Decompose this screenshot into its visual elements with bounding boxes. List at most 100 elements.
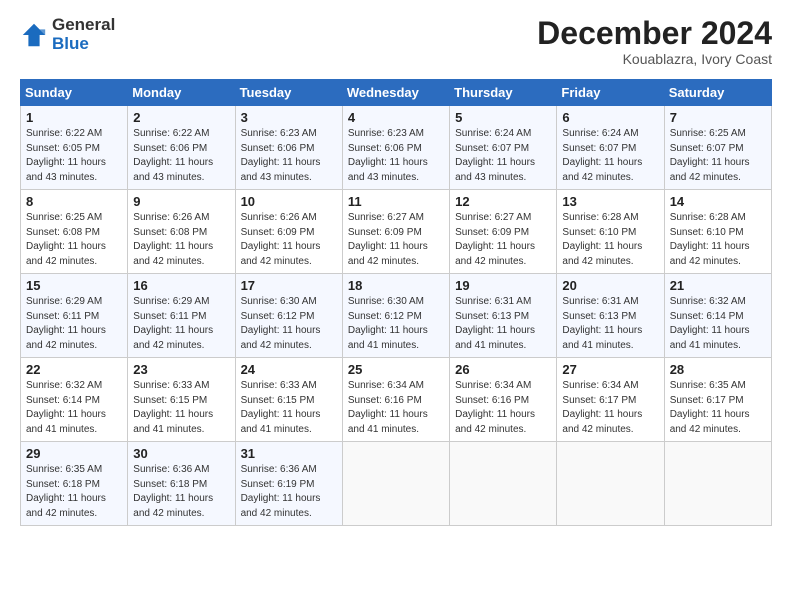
calendar-cell: 26 Sunrise: 6:34 AM Sunset: 6:16 PM Dayl… xyxy=(450,358,557,442)
calendar-cell: 30 Sunrise: 6:36 AM Sunset: 6:18 PM Dayl… xyxy=(128,442,235,526)
calendar-cell: 9 Sunrise: 6:26 AM Sunset: 6:08 PM Dayli… xyxy=(128,190,235,274)
cell-info: Sunrise: 6:33 AM Sunset: 6:15 PM Dayligh… xyxy=(133,379,229,437)
cell-info: Sunrise: 6:31 AM Sunset: 6:13 PM Dayligh… xyxy=(562,295,658,353)
calendar-cell: 20 Sunrise: 6:31 AM Sunset: 6:13 PM Dayl… xyxy=(557,274,664,358)
calendar-cell: 5 Sunrise: 6:24 AM Sunset: 6:07 PM Dayli… xyxy=(450,106,557,190)
day-number: 2 xyxy=(133,110,229,125)
logo-general: General xyxy=(52,16,115,35)
day-number: 31 xyxy=(241,446,337,461)
day-number: 29 xyxy=(26,446,122,461)
cell-info: Sunrise: 6:36 AM Sunset: 6:19 PM Dayligh… xyxy=(241,463,337,521)
day-number: 15 xyxy=(26,278,122,293)
day-number: 10 xyxy=(241,194,337,209)
day-number: 22 xyxy=(26,362,122,377)
calendar-cell: 19 Sunrise: 6:31 AM Sunset: 6:13 PM Dayl… xyxy=(450,274,557,358)
calendar-cell: 13 Sunrise: 6:28 AM Sunset: 6:10 PM Dayl… xyxy=(557,190,664,274)
calendar-cell: 22 Sunrise: 6:32 AM Sunset: 6:14 PM Dayl… xyxy=(21,358,128,442)
logo-blue: Blue xyxy=(52,35,115,54)
day-number: 18 xyxy=(348,278,444,293)
day-number: 28 xyxy=(670,362,766,377)
calendar-cell xyxy=(450,442,557,526)
calendar-cell xyxy=(557,442,664,526)
day-number: 7 xyxy=(670,110,766,125)
cell-info: Sunrise: 6:24 AM Sunset: 6:07 PM Dayligh… xyxy=(562,127,658,185)
day-number: 30 xyxy=(133,446,229,461)
day-number: 9 xyxy=(133,194,229,209)
col-wednesday: Wednesday xyxy=(342,80,449,106)
cell-info: Sunrise: 6:34 AM Sunset: 6:16 PM Dayligh… xyxy=(455,379,551,437)
calendar-cell: 29 Sunrise: 6:35 AM Sunset: 6:18 PM Dayl… xyxy=(21,442,128,526)
cell-info: Sunrise: 6:35 AM Sunset: 6:17 PM Dayligh… xyxy=(670,379,766,437)
calendar-cell: 7 Sunrise: 6:25 AM Sunset: 6:07 PM Dayli… xyxy=(664,106,771,190)
cell-info: Sunrise: 6:32 AM Sunset: 6:14 PM Dayligh… xyxy=(670,295,766,353)
day-number: 8 xyxy=(26,194,122,209)
calendar-cell xyxy=(342,442,449,526)
cell-info: Sunrise: 6:22 AM Sunset: 6:06 PM Dayligh… xyxy=(133,127,229,185)
cell-info: Sunrise: 6:32 AM Sunset: 6:14 PM Dayligh… xyxy=(26,379,122,437)
calendar-week-2: 8 Sunrise: 6:25 AM Sunset: 6:08 PM Dayli… xyxy=(21,190,772,274)
calendar-cell: 4 Sunrise: 6:23 AM Sunset: 6:06 PM Dayli… xyxy=(342,106,449,190)
cell-info: Sunrise: 6:26 AM Sunset: 6:09 PM Dayligh… xyxy=(241,211,337,269)
day-number: 16 xyxy=(133,278,229,293)
day-number: 3 xyxy=(241,110,337,125)
cell-info: Sunrise: 6:30 AM Sunset: 6:12 PM Dayligh… xyxy=(241,295,337,353)
day-number: 20 xyxy=(562,278,658,293)
calendar-cell: 3 Sunrise: 6:23 AM Sunset: 6:06 PM Dayli… xyxy=(235,106,342,190)
day-number: 27 xyxy=(562,362,658,377)
calendar-cell: 17 Sunrise: 6:30 AM Sunset: 6:12 PM Dayl… xyxy=(235,274,342,358)
cell-info: Sunrise: 6:23 AM Sunset: 6:06 PM Dayligh… xyxy=(348,127,444,185)
page: General Blue December 2024 Kouablazra, I… xyxy=(0,0,792,612)
day-number: 4 xyxy=(348,110,444,125)
calendar-cell: 12 Sunrise: 6:27 AM Sunset: 6:09 PM Dayl… xyxy=(450,190,557,274)
cell-info: Sunrise: 6:25 AM Sunset: 6:07 PM Dayligh… xyxy=(670,127,766,185)
cell-info: Sunrise: 6:29 AM Sunset: 6:11 PM Dayligh… xyxy=(133,295,229,353)
title-block: December 2024 Kouablazra, Ivory Coast xyxy=(537,16,772,67)
day-number: 11 xyxy=(348,194,444,209)
logo-text: General Blue xyxy=(52,16,115,53)
day-number: 17 xyxy=(241,278,337,293)
day-number: 1 xyxy=(26,110,122,125)
calendar-cell: 18 Sunrise: 6:30 AM Sunset: 6:12 PM Dayl… xyxy=(342,274,449,358)
cell-info: Sunrise: 6:31 AM Sunset: 6:13 PM Dayligh… xyxy=(455,295,551,353)
day-number: 24 xyxy=(241,362,337,377)
month-year-title: December 2024 xyxy=(537,16,772,51)
calendar-cell xyxy=(664,442,771,526)
calendar-cell: 23 Sunrise: 6:33 AM Sunset: 6:15 PM Dayl… xyxy=(128,358,235,442)
col-tuesday: Tuesday xyxy=(235,80,342,106)
col-sunday: Sunday xyxy=(21,80,128,106)
calendar-week-3: 15 Sunrise: 6:29 AM Sunset: 6:11 PM Dayl… xyxy=(21,274,772,358)
calendar-table: Sunday Monday Tuesday Wednesday Thursday… xyxy=(20,79,772,526)
col-monday: Monday xyxy=(128,80,235,106)
calendar-cell: 15 Sunrise: 6:29 AM Sunset: 6:11 PM Dayl… xyxy=(21,274,128,358)
calendar-cell: 28 Sunrise: 6:35 AM Sunset: 6:17 PM Dayl… xyxy=(664,358,771,442)
calendar-cell: 31 Sunrise: 6:36 AM Sunset: 6:19 PM Dayl… xyxy=(235,442,342,526)
location-subtitle: Kouablazra, Ivory Coast xyxy=(537,51,772,67)
calendar-week-4: 22 Sunrise: 6:32 AM Sunset: 6:14 PM Dayl… xyxy=(21,358,772,442)
day-number: 6 xyxy=(562,110,658,125)
calendar-cell: 10 Sunrise: 6:26 AM Sunset: 6:09 PM Dayl… xyxy=(235,190,342,274)
cell-info: Sunrise: 6:33 AM Sunset: 6:15 PM Dayligh… xyxy=(241,379,337,437)
cell-info: Sunrise: 6:34 AM Sunset: 6:17 PM Dayligh… xyxy=(562,379,658,437)
day-number: 23 xyxy=(133,362,229,377)
calendar-cell: 2 Sunrise: 6:22 AM Sunset: 6:06 PM Dayli… xyxy=(128,106,235,190)
calendar-week-5: 29 Sunrise: 6:35 AM Sunset: 6:18 PM Dayl… xyxy=(21,442,772,526)
header: General Blue December 2024 Kouablazra, I… xyxy=(20,16,772,67)
cell-info: Sunrise: 6:23 AM Sunset: 6:06 PM Dayligh… xyxy=(241,127,337,185)
cell-info: Sunrise: 6:26 AM Sunset: 6:08 PM Dayligh… xyxy=(133,211,229,269)
col-friday: Friday xyxy=(557,80,664,106)
calendar-cell: 21 Sunrise: 6:32 AM Sunset: 6:14 PM Dayl… xyxy=(664,274,771,358)
calendar-cell: 1 Sunrise: 6:22 AM Sunset: 6:05 PM Dayli… xyxy=(21,106,128,190)
cell-info: Sunrise: 6:22 AM Sunset: 6:05 PM Dayligh… xyxy=(26,127,122,185)
cell-info: Sunrise: 6:27 AM Sunset: 6:09 PM Dayligh… xyxy=(348,211,444,269)
day-number: 25 xyxy=(348,362,444,377)
cell-info: Sunrise: 6:24 AM Sunset: 6:07 PM Dayligh… xyxy=(455,127,551,185)
cell-info: Sunrise: 6:29 AM Sunset: 6:11 PM Dayligh… xyxy=(26,295,122,353)
cell-info: Sunrise: 6:36 AM Sunset: 6:18 PM Dayligh… xyxy=(133,463,229,521)
cell-info: Sunrise: 6:34 AM Sunset: 6:16 PM Dayligh… xyxy=(348,379,444,437)
day-number: 26 xyxy=(455,362,551,377)
calendar-cell: 6 Sunrise: 6:24 AM Sunset: 6:07 PM Dayli… xyxy=(557,106,664,190)
col-thursday: Thursday xyxy=(450,80,557,106)
day-number: 19 xyxy=(455,278,551,293)
day-number: 21 xyxy=(670,278,766,293)
cell-info: Sunrise: 6:27 AM Sunset: 6:09 PM Dayligh… xyxy=(455,211,551,269)
